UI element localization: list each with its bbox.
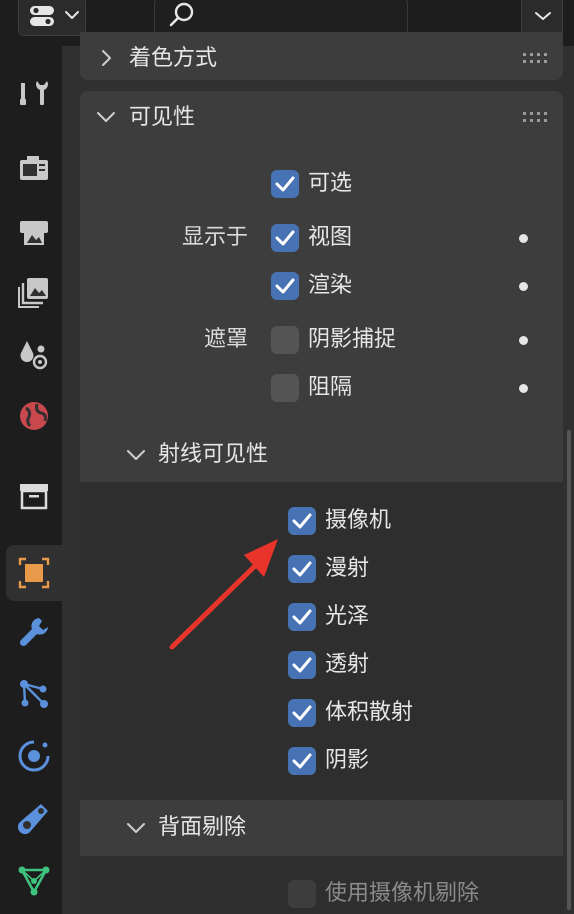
shadow-catcher-checkbox[interactable]: [271, 326, 299, 354]
check-icon: [292, 657, 312, 673]
ray-volume-scatter-label[interactable]: 体积散射: [325, 702, 413, 724]
ray-volume-scatter-checkbox[interactable]: [288, 699, 316, 727]
output-icon: [17, 215, 51, 249]
check-icon: [275, 230, 295, 246]
search-icon: [167, 0, 197, 30]
shading-section-title: 着色方式: [129, 46, 218, 71]
viewport-checkbox[interactable]: [271, 224, 299, 252]
ray-transmission-label[interactable]: 透射: [325, 654, 369, 676]
ray-diffuse-checkbox[interactable]: [288, 555, 316, 583]
ray-shadow-checkbox[interactable]: [288, 747, 316, 775]
check-icon: [292, 561, 312, 577]
check-icon: [292, 513, 312, 529]
ray-glossy-label[interactable]: 光泽: [325, 606, 369, 628]
viewport-label[interactable]: 视图: [308, 227, 352, 249]
object-icon: [17, 556, 51, 590]
world-icon: [17, 399, 51, 433]
ray-shadow-label[interactable]: 阴影: [325, 750, 369, 772]
render-checkbox[interactable]: [271, 272, 299, 300]
render-icon: [17, 152, 51, 186]
drag-handle-icon[interactable]: [523, 111, 549, 123]
tab-physics[interactable]: [6, 728, 62, 784]
drag-handle-icon[interactable]: [523, 52, 549, 64]
holdout-label[interactable]: 阻隔: [308, 377, 352, 399]
tab-view-layer[interactable]: [6, 264, 62, 320]
ray-glossy-checkbox[interactable]: [288, 603, 316, 631]
tab-data[interactable]: [6, 852, 62, 908]
check-icon: [275, 278, 295, 294]
tab-world[interactable]: [6, 388, 62, 444]
scrollbar[interactable]: [567, 430, 571, 910]
backface-culling-body: [80, 856, 563, 914]
constraints-icon: [17, 801, 51, 835]
scene-icon: [17, 337, 51, 371]
properties-editor-icon: [29, 4, 55, 28]
tab-output[interactable]: [6, 204, 62, 260]
options-dropdown-button[interactable]: [521, 0, 563, 36]
check-icon: [275, 176, 295, 192]
tab-modifiers[interactable]: [6, 604, 62, 660]
collection-icon: [17, 479, 51, 513]
tab-constraints[interactable]: [6, 790, 62, 846]
particles-icon: [17, 677, 51, 711]
physics-icon: [17, 739, 51, 773]
shadow-catcher-label[interactable]: 阴影捕捉: [308, 329, 396, 351]
mesh-data-icon: [17, 863, 51, 897]
animate-property-dot[interactable]: [519, 234, 528, 243]
check-icon: [292, 753, 312, 769]
tool-icon: [17, 75, 51, 109]
show-in-label: 显示于: [181, 225, 248, 250]
chevron-down-icon: [96, 111, 116, 123]
check-icon: [292, 705, 312, 721]
tab-object[interactable]: [6, 545, 62, 601]
selectable-label[interactable]: 可选: [308, 173, 352, 195]
ray-camera-label[interactable]: 摄像机: [325, 510, 391, 532]
render-label[interactable]: 渲染: [308, 275, 352, 297]
ray-visibility-subsection-title[interactable]: 射线可见性: [158, 444, 268, 466]
check-icon: [292, 609, 312, 625]
holdout-checkbox[interactable]: [271, 374, 299, 402]
chevron-down-icon: [65, 10, 79, 20]
animate-property-dot[interactable]: [519, 336, 528, 345]
chevron-down-icon: [126, 449, 146, 461]
use-camera-culling-label[interactable]: 使用摄像机剔除: [325, 883, 479, 905]
tab-particles[interactable]: [6, 666, 62, 722]
selectable-checkbox[interactable]: [271, 170, 299, 198]
use-camera-culling-checkbox[interactable]: [288, 880, 316, 908]
properties-tab-bar: [0, 46, 62, 914]
chevron-right-icon: [100, 49, 112, 67]
ray-camera-checkbox[interactable]: [288, 507, 316, 535]
chevron-down-icon: [126, 822, 146, 834]
tab-tool[interactable]: [6, 64, 62, 120]
ray-diffuse-label[interactable]: 漫射: [325, 558, 369, 580]
animate-property-dot[interactable]: [519, 384, 528, 393]
ray-transmission-checkbox[interactable]: [288, 651, 316, 679]
tab-collection[interactable]: [6, 468, 62, 524]
mask-label: 遮罩: [203, 327, 248, 352]
annotation-arrow-icon: [169, 539, 278, 650]
editor-type-selector[interactable]: [18, 0, 86, 36]
visibility-section-title: 可见性: [129, 105, 196, 130]
view-layer-icon: [17, 275, 51, 309]
animate-property-dot[interactable]: [519, 282, 528, 291]
ray-visibility-body: [80, 482, 563, 800]
tab-scene[interactable]: [6, 326, 62, 382]
wrench-icon: [17, 615, 51, 649]
tab-render[interactable]: [6, 141, 62, 197]
chevron-down-icon: [535, 11, 551, 21]
backface-culling-section-header[interactable]: [80, 800, 563, 856]
backface-culling-section-title: 背面剔除: [158, 815, 247, 840]
